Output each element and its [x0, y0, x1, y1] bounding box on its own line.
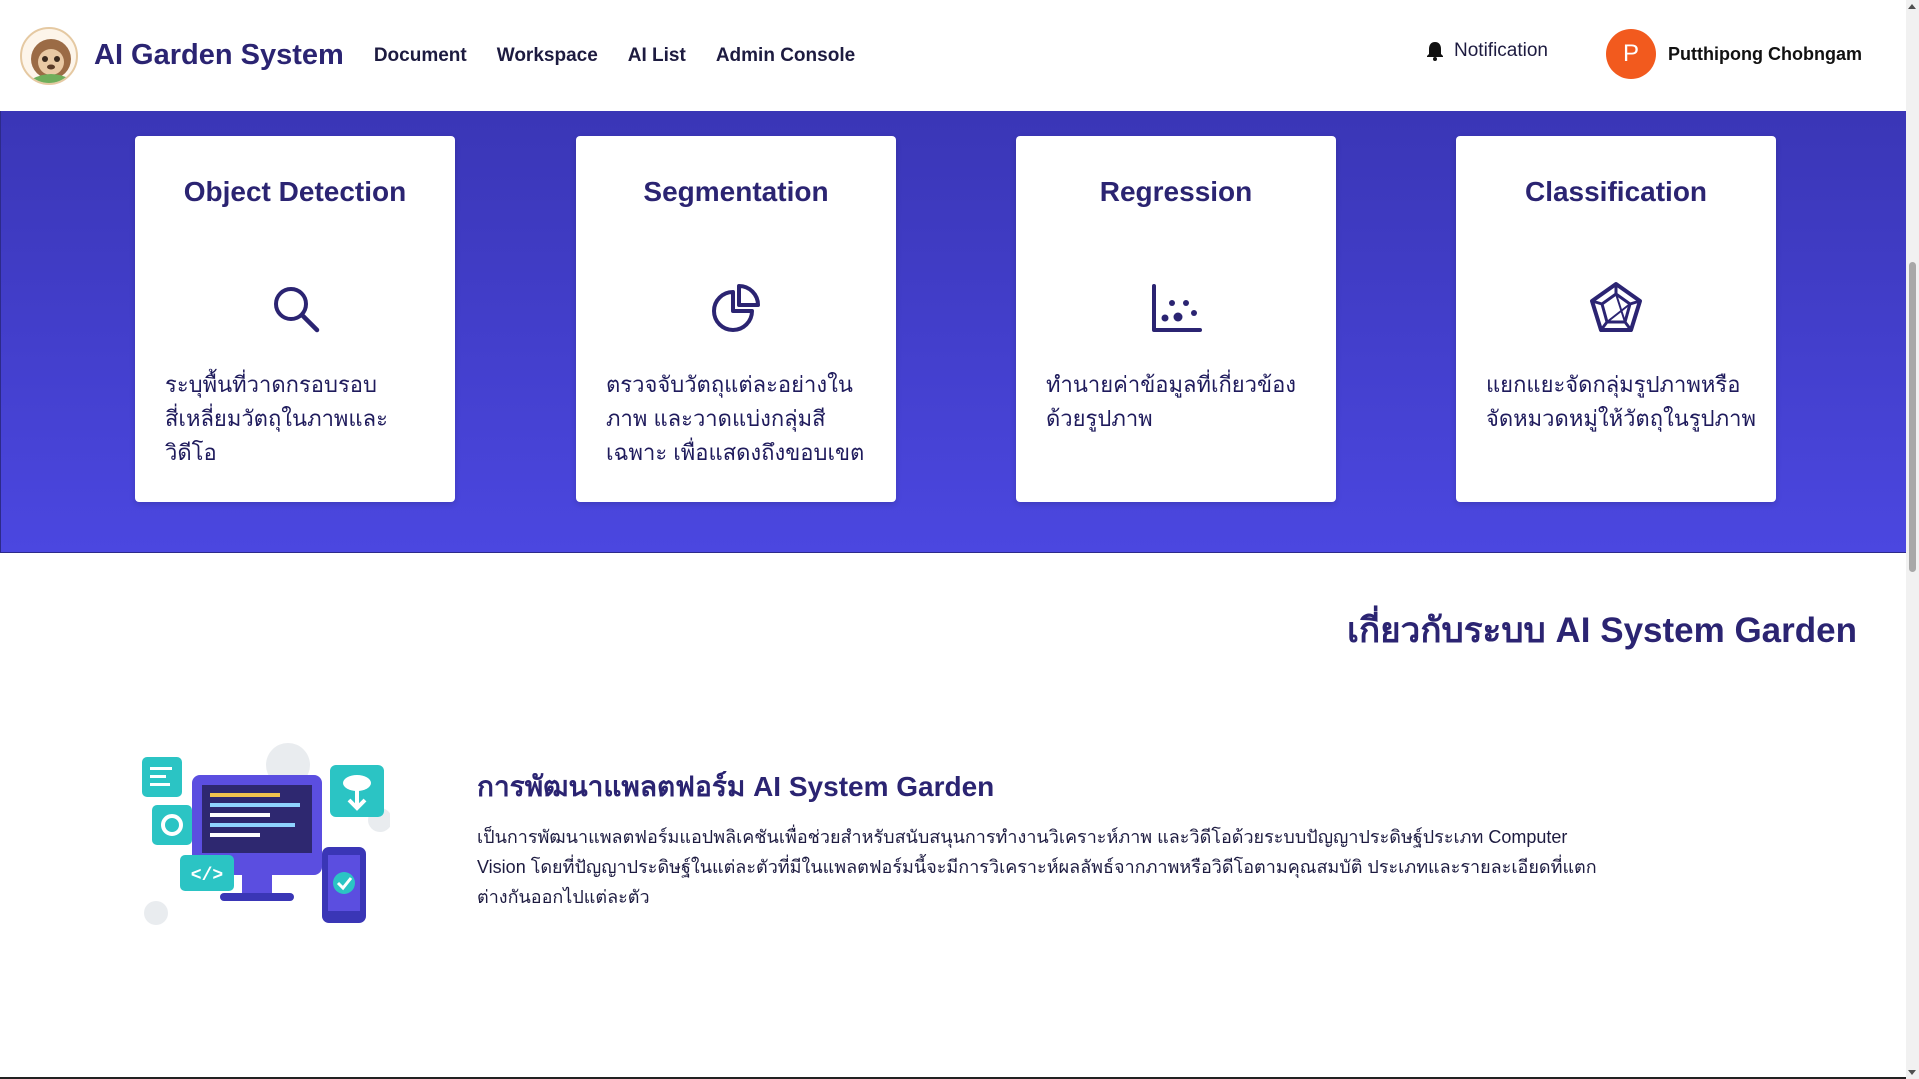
card-description: ทำนายค่าข้อมูลที่เกี่ยวข้องด้วยรูปภาพ	[1046, 372, 1297, 431]
card-segmentation[interactable]: Segmentation ตรวจจับวัตถุแต่ละอย่างในภาพ…	[576, 136, 896, 502]
scrollbar-thumb[interactable]	[1909, 262, 1916, 572]
bell-icon	[1427, 42, 1443, 61]
about-heading: เกี่ยวกับระบบ AI System Garden	[1347, 611, 1857, 650]
pie-chart-icon	[712, 284, 760, 332]
page-scrollbar[interactable]	[1906, 0, 1919, 1079]
nav-document[interactable]: Document	[374, 45, 467, 67]
developer-illustration: </>	[142, 743, 390, 925]
card-regression[interactable]: Regression ทำนายค่าข้อมูลที่เกี่ยวข้องด้…	[1016, 136, 1336, 502]
nav-ai-list[interactable]: AI List	[628, 45, 686, 67]
card-object-detection[interactable]: Object Detection ระบุพื้นที่วาดกรอบรอบสี…	[135, 136, 455, 502]
main-nav: Document Workspace AI List Admin Console	[374, 45, 885, 67]
notification-label: Notification	[1454, 40, 1548, 61]
scroll-down-arrow-icon[interactable]	[1908, 1070, 1916, 1075]
svg-text:</>: </>	[191, 866, 223, 886]
card-title: Segmentation	[643, 176, 829, 207]
scatter-chart-icon	[1152, 284, 1202, 332]
card-description: ตรวจจับวัตถุแต่ละอย่างในภาพ และวาดแบ่งกล…	[606, 372, 865, 465]
model-types-banner: Object Detection ระบุพื้นที่วาดกรอบรอบสี…	[0, 111, 1906, 553]
card-description: แยกแยะจัดกลุ่มรูปภาพหรือจัดหมวดหมู่ให้วั…	[1486, 372, 1756, 431]
notification-button[interactable]: Notification	[1426, 40, 1548, 62]
section-title: การพัฒนาแพลตฟอร์ม AI System Garden	[477, 771, 995, 802]
avatar: P	[1606, 29, 1656, 79]
nav-workspace[interactable]: Workspace	[497, 45, 598, 67]
user-name: Putthipong Chobngam	[1668, 43, 1862, 64]
card-title: Regression	[1099, 176, 1253, 207]
card-classification[interactable]: Classification แยกแยะจัดกลุ่มรูปภาพหรือจ…	[1456, 136, 1776, 502]
brand-title[interactable]: AI Garden System	[94, 39, 344, 72]
scroll-up-arrow-icon[interactable]	[1908, 4, 1916, 9]
card-title: Classification	[1524, 176, 1708, 207]
magnifier-icon	[274, 287, 320, 333]
pentagon-network-icon	[1590, 282, 1642, 332]
card-title: Object Detection	[183, 176, 407, 207]
section-body: เป็นการพัฒนาแพลตฟอร์มแอปพลิเคชันเพื่อช่ว…	[477, 827, 1597, 907]
user-menu[interactable]: P Putthipong Chobngam	[1606, 29, 1862, 79]
card-description: ระบุพื้นที่วาดกรอบรอบสี่เหลี่ยมวัตถุในภา…	[165, 372, 388, 465]
nav-admin-console[interactable]: Admin Console	[716, 45, 855, 67]
app-logo[interactable]	[20, 26, 78, 85]
